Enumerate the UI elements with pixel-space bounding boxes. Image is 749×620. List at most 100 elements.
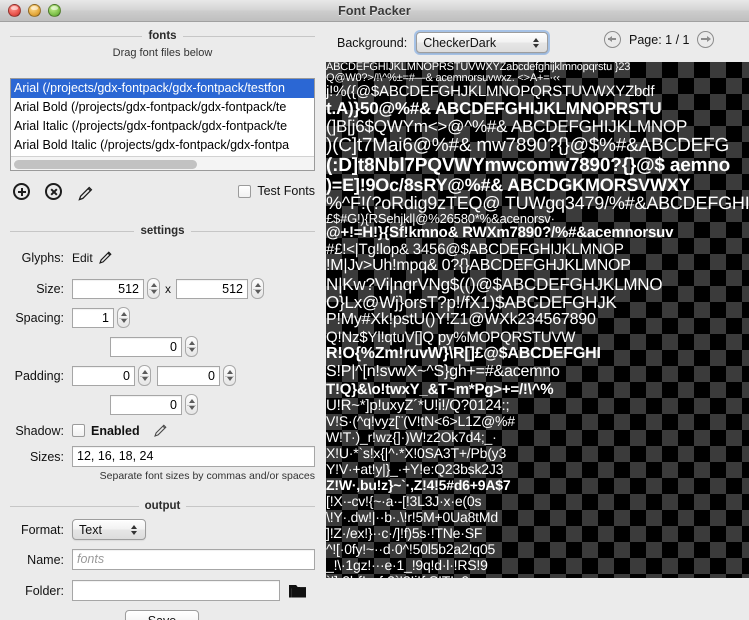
atlas-glyph-row: #£!<|Tg!lop& 3456@$ABCDEFGHIJKLMNOP (326, 241, 624, 258)
rule-left (10, 35, 143, 37)
spacing-row: Spacing: 1 (0, 307, 324, 328)
padding-left-input[interactable]: 0 (72, 365, 135, 386)
save-button-container: Save (0, 610, 324, 620)
font-list[interactable]: Arial (/projects/gdx-fontpack/gdx-fontpa… (10, 78, 315, 171)
save-button[interactable]: Save (124, 610, 200, 620)
add-font-button[interactable] (13, 183, 33, 203)
atlas-glyph-row: )(C]t7Mai6@%#& mw7890?{}@$%#&ABCDEFG (326, 135, 730, 156)
size-width-stepper[interactable] (147, 278, 160, 299)
atlas-glyph-row: T!Q}&\o!twxY_&T~m*Pg>+=/!\^% (326, 381, 554, 398)
sizes-label: Sizes: (29, 449, 64, 464)
pencil-icon (78, 186, 93, 201)
background-label: Background: (337, 35, 408, 50)
previous-page-button[interactable] (604, 31, 621, 48)
background-select[interactable]: CheckerDark (416, 32, 549, 53)
arrow-left-head-icon (607, 35, 612, 42)
fonts-drag-hint: Drag font files below (112, 47, 213, 59)
padding-top-input[interactable]: 0 (110, 336, 182, 357)
atlas-glyph-row: Q!Nz$Yl!qtuV[]Q py%MOPQRSTUVW (326, 329, 576, 346)
font-list-item-label: Arial Italic (/projects/gdx-fontpack/gdx… (14, 119, 288, 133)
spacing-x-input[interactable]: 1 (72, 307, 114, 328)
padding-bottom-stepper[interactable] (185, 394, 198, 415)
padding-left-stepper[interactable] (138, 365, 151, 386)
page-indicator: Page: 1 / 1 (629, 32, 690, 47)
test-fonts-checkbox[interactable] (238, 184, 252, 198)
atlas-glyph-row: @+!=H!}{Sf!kmno& RWXm7890?/%#&acemnorsuv (326, 224, 674, 241)
folder-label: Folder: (25, 583, 64, 598)
padding-right-input[interactable]: 0 (157, 365, 220, 386)
chevron-updown-icon (130, 523, 139, 537)
arrow-right-head-icon (706, 35, 711, 42)
font-list-item-0[interactable]: Arial (/projects/gdx-fontpack/gdx-fontpa… (11, 79, 314, 98)
title-bar: Font Packer (0, 0, 749, 22)
edit-font-button[interactable] (76, 184, 96, 204)
padding-top-stepper[interactable] (185, 336, 198, 357)
folder-row: Folder: (0, 580, 324, 601)
padding-bottom-input[interactable]: 0 (110, 394, 182, 415)
padding-bottom-row: 0 (0, 394, 324, 415)
spacing-x-stepper[interactable] (117, 307, 130, 328)
size-row: Size: 512 x 512 (0, 278, 324, 299)
output-group-title: output (144, 500, 181, 512)
atlas-glyph-row: [!X·-cv!{~·a·-[!3L3J·x·e(0s (326, 493, 482, 509)
scrollbar-thumb[interactable] (14, 160, 197, 169)
padding-row: Padding: 0 0 (0, 365, 324, 386)
page-navigation: Page: 1 / 1 (604, 31, 715, 48)
folder-input[interactable] (72, 580, 280, 601)
format-label: Format: (20, 522, 64, 537)
background-select-value: CheckerDark (423, 35, 497, 50)
font-list-horizontal-scrollbar[interactable] (11, 156, 314, 170)
size-height-stepper[interactable] (251, 278, 264, 299)
atlas-glyph-row: R!O{%Zm!ruvW}\R[]£@$ABCDEFGHI (326, 345, 601, 362)
glyphs-edit-label: Edit (72, 250, 93, 265)
atlas-glyph-row: %^F!(?oRdig9zTEQ@ TUWgq3479/%#&ABCDEFGHI (326, 193, 749, 213)
name-label: Name: (27, 552, 64, 567)
zoom-window-button[interactable] (48, 4, 61, 17)
atlas-glyph-row: V!S·(^q!vyz[¨(V!tN<6>L1Z@%# (326, 413, 515, 429)
atlas-glyph-row: U!R~*]p!uxyZ´*U!i!/Q?0124:; (326, 397, 510, 414)
close-window-button[interactable] (8, 4, 21, 17)
settings-group-title: settings (140, 225, 185, 237)
shadow-row: Shadow: Enabled (0, 422, 324, 439)
rule-left (10, 230, 135, 232)
plus-circle-icon (13, 183, 30, 200)
font-list-item-label: Arial Bold Italic (/projects/gdx-fontpac… (14, 138, 290, 152)
size-multiply-label: x (165, 281, 171, 296)
atlas-glyph-row: \!Y·.dw!|··b·.\!r!5M+0Ua8tMd (326, 509, 498, 525)
window-title: Font Packer (338, 3, 411, 18)
shadow-enabled-checkbox[interactable] (72, 424, 85, 437)
atlas-glyph-row: _!\·1gz!···e·1_!9q!d·l·!RS!9 (326, 557, 488, 573)
test-fonts-control[interactable]: Test Fonts (238, 184, 315, 198)
name-input[interactable]: fonts (72, 549, 315, 570)
remove-font-button[interactable] (45, 183, 65, 203)
font-list-item-3[interactable]: Arial Bold Italic (/projects/gdx-fontpac… (11, 136, 314, 155)
format-select-value: Text (79, 522, 102, 537)
font-atlas-preview[interactable]: ABCDEFGHIJKLMNOPRSTUVWXYZabcdefghijklmno… (326, 62, 749, 578)
atlas-glyph-row: X!U·*`s!x{|^·*X!0SA3T+/Pb(y3 (326, 445, 507, 461)
atlas-glyph-row: ^![·0fy!~··d·0^!50l5b2a2!q05 (326, 541, 496, 557)
atlas-glyph-row: Z!W·,bu!z}~`·,Z!4!5#d6+9A$7 (326, 477, 511, 493)
format-select[interactable]: Text (72, 519, 146, 540)
sizes-hint: Separate font sizes by commas and/or spa… (99, 470, 315, 482)
atlas-glyph-row: N|Kw?Vi|nqrVNg$(()@$ABCDEFGHJKLMNO (326, 275, 663, 294)
next-page-button[interactable] (697, 31, 715, 48)
pencil-icon (98, 251, 112, 264)
minimize-window-button[interactable] (28, 4, 41, 17)
output-group-header: output (10, 500, 316, 512)
sizes-input[interactable]: 12, 16, 18, 24 (72, 446, 315, 467)
spacing-label: Spacing: (15, 310, 64, 325)
shadow-label: Shadow: (15, 423, 64, 438)
glyphs-label: Glyphs: (21, 250, 64, 265)
font-list-item-2[interactable]: Arial Italic (/projects/gdx-fontpack/gdx… (11, 117, 314, 136)
atlas-glyph-row: j!%({@$ABCDEFGHJKLMNOPQRSTUVWXYZbdf (326, 83, 655, 100)
shadow-edit-pencil-icon[interactable] (152, 422, 169, 439)
glyphs-edit-button[interactable]: Edit (72, 249, 114, 266)
glyphs-row: Glyphs: Edit (0, 249, 324, 266)
atlas-glyph-row: t.A)}50@%#& ABCDEFGHIJKLMNOPRSTU (326, 99, 662, 118)
font-list-item-1[interactable]: Arial Bold (/projects/gdx-fontpack/gdx-f… (11, 98, 314, 117)
padding-right-stepper[interactable] (223, 365, 236, 386)
rule-right (182, 35, 316, 37)
size-height-input[interactable]: 512 (176, 278, 248, 299)
folder-icon[interactable] (288, 582, 308, 600)
size-width-input[interactable]: 512 (72, 278, 144, 299)
